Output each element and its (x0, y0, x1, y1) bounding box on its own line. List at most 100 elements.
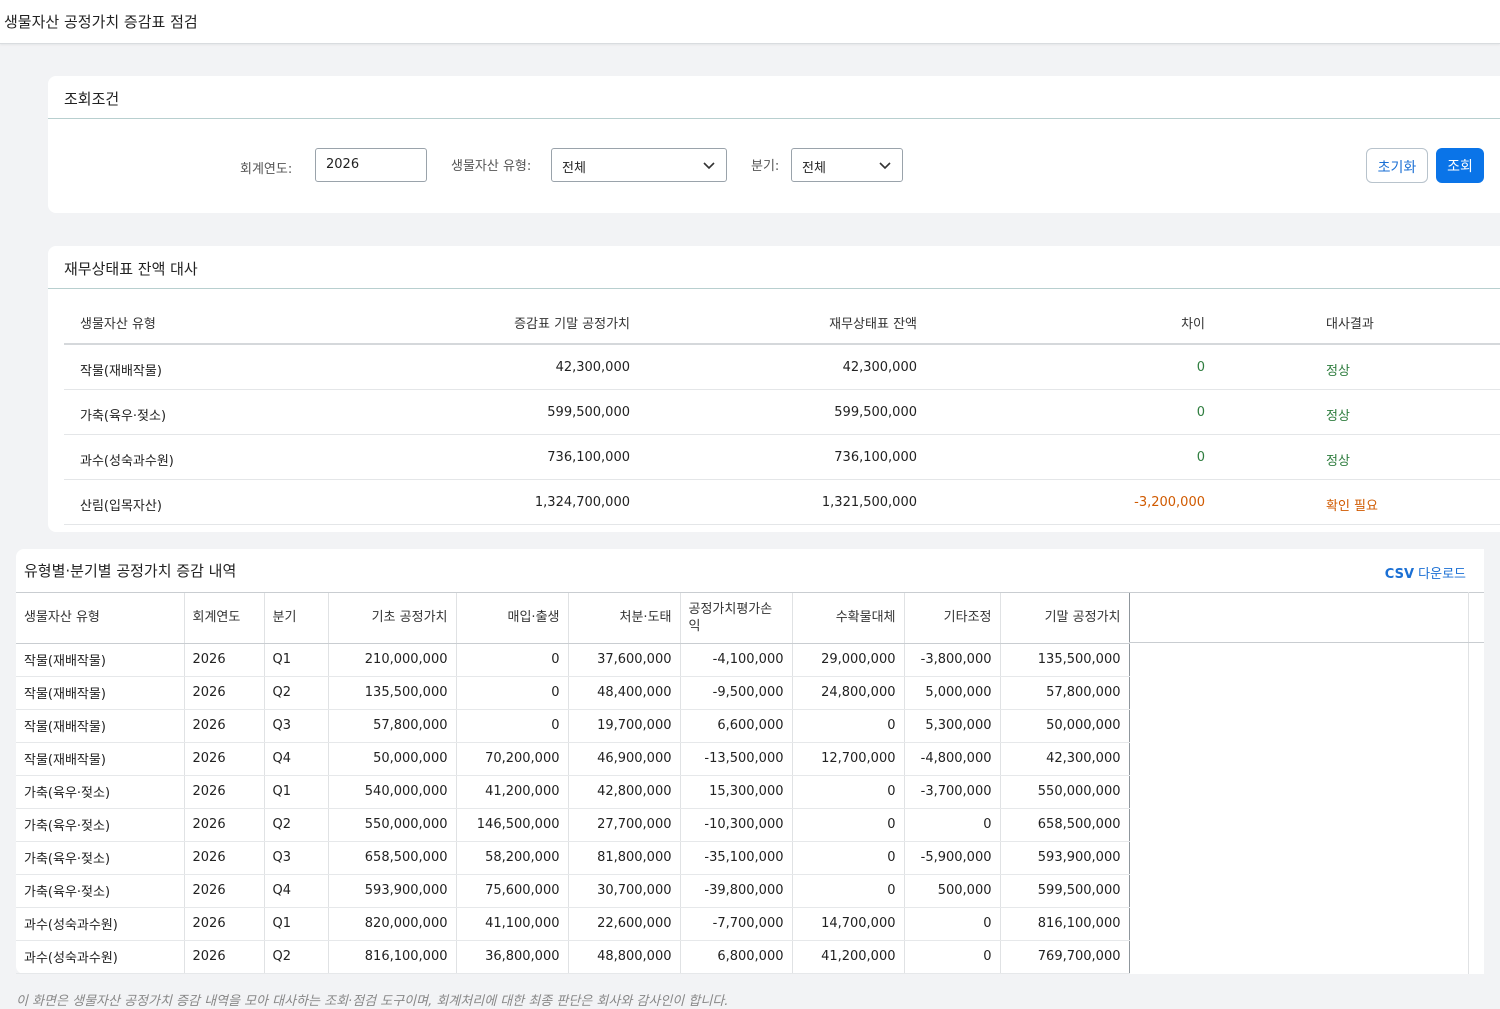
bs-balance-cell: 736,100,000 (834, 450, 917, 465)
table-cell: 135,500,000 (1000, 643, 1130, 677)
table-cell: 0 (456, 709, 569, 743)
table-cell: 48,800,000 (568, 940, 681, 974)
grid-header-cell[interactable]: 기초 공정가치 (328, 593, 457, 644)
table-row[interactable]: 작물(재배작물) 2026 Q2 135,500,000 0 48,400,000 -9,5… (16, 676, 1130, 710)
table-cell: 2026 (184, 775, 265, 809)
table-cell: 30,700,000 (568, 874, 681, 908)
table-cell: 과수(성숙과수원) (16, 907, 185, 941)
reconciliation-row: 과수(성숙과수원) 736,100,000 736,100,000 0 정상 (64, 435, 1500, 480)
table-cell: 0 (904, 907, 1001, 941)
csv-label: CSV (1384, 567, 1415, 582)
page-title: 생물자산 공정가치 증감표 점검 (4, 13, 198, 31)
table-cell: 50,000,000 (328, 742, 457, 776)
table-cell: 24,800,000 (792, 676, 905, 710)
table-cell: 500,000 (904, 874, 1001, 908)
grid-header-cell[interactable]: 기말 공정가치 (1000, 593, 1130, 644)
table-cell: 2026 (184, 907, 265, 941)
grid-header-cell[interactable]: 매입·출생 (456, 593, 569, 644)
asset-type-cell: 작물(재배작물) (80, 364, 162, 379)
year-input-value: 2026 (326, 157, 360, 172)
table-cell: 75,600,000 (456, 874, 569, 908)
table-row[interactable]: 과수(성숙과수원) 2026 Q1 820,000,000 41,100,000 22,6… (16, 907, 1130, 941)
table-cell: 과수(성숙과수원) (16, 940, 185, 974)
table-row[interactable]: 가축(육우·젖소) 2026 Q1 540,000,000 41,200,000 42,8… (16, 775, 1130, 809)
table-cell: 5,300,000 (904, 709, 1001, 743)
table-cell: 816,100,000 (1000, 907, 1130, 941)
grid-header-cell[interactable]: 공정가치평가손익 (680, 593, 793, 644)
table-cell: Q2 (264, 808, 329, 842)
table-cell: -9,500,000 (680, 676, 793, 710)
year-label: 회계연도: (240, 162, 293, 177)
table-cell: 769,700,000 (1000, 940, 1130, 974)
table-cell: -5,900,000 (904, 841, 1001, 875)
table-cell: -13,500,000 (680, 742, 793, 776)
asset-type-select[interactable]: 전체 (551, 148, 727, 182)
table-cell: Q1 (264, 775, 329, 809)
table-cell: 210,000,000 (328, 643, 457, 677)
table-cell: 816,100,000 (328, 940, 457, 974)
table-cell: -35,100,000 (680, 841, 793, 875)
result-cell: 정상 (1326, 409, 1350, 424)
table-cell: 가축(육우·젖소) (16, 775, 185, 809)
result-cell: 정상 (1326, 454, 1350, 469)
year-input[interactable]: 2026 (315, 148, 427, 182)
table-cell: Q4 (264, 742, 329, 776)
grid-header-cell[interactable]: 분기 (264, 593, 329, 644)
asset-type-cell: 과수(성숙과수원) (80, 454, 174, 469)
asset-type-cell: 가축(육우·젖소) (80, 409, 167, 424)
grid-header-cell[interactable]: 생물자산 유형 (16, 593, 185, 644)
table-cell: 2026 (184, 808, 265, 842)
reconciliation-panel: 재무상태표 잔액 대사 생물자산 유형 증감표 기말 공정가치 재무상태표 잔액… (48, 246, 1500, 532)
table-cell: -39,800,000 (680, 874, 793, 908)
table-row[interactable]: 가축(육우·젖소) 2026 Q3 658,500,000 58,200,000 81,8… (16, 841, 1130, 875)
table-cell: 42,800,000 (568, 775, 681, 809)
header-asset-type: 생물자산 유형 (80, 317, 156, 332)
table-cell: 0 (792, 874, 905, 908)
quarter-select[interactable]: 전체 (791, 148, 903, 182)
table-cell: 820,000,000 (328, 907, 457, 941)
reset-button[interactable]: 초기화 (1366, 148, 1428, 183)
header-difference: 차이 (1181, 317, 1205, 332)
table-cell: 15,300,000 (680, 775, 793, 809)
closing-fair-value-cell: 42,300,000 (555, 360, 630, 375)
table-row[interactable]: 가축(육우·젖소) 2026 Q4 593,900,000 75,600,000 30,7… (16, 874, 1130, 908)
table-cell: 36,800,000 (456, 940, 569, 974)
table-row[interactable]: 작물(재배작물) 2026 Q1 210,000,000 0 37,600,000 -4,1… (16, 643, 1130, 677)
table-row[interactable]: 작물(재배작물) 2026 Q4 50,000,000 70,200,000 46,900… (16, 742, 1130, 776)
reconciliation-title: 재무상태표 잔액 대사 (48, 246, 1500, 289)
bs-balance-cell: 1,321,500,000 (821, 495, 917, 510)
table-cell: Q1 (264, 907, 329, 941)
table-cell: 41,100,000 (456, 907, 569, 941)
table-cell: 46,900,000 (568, 742, 681, 776)
grid-header-cell[interactable]: 회계연도 (184, 593, 265, 644)
csv-download-link[interactable]: CSV 다운로드 (1385, 563, 1466, 582)
closing-fair-value-cell: 736,100,000 (547, 450, 630, 465)
grid-header-cell[interactable]: 처분·도태 (568, 593, 681, 644)
table-cell: Q2 (264, 940, 329, 974)
difference-cell: 0 (1196, 405, 1205, 420)
table-cell: 593,900,000 (328, 874, 457, 908)
table-cell: 가축(육우·젖소) (16, 841, 185, 875)
table-cell: 0 (904, 808, 1001, 842)
table-row[interactable]: 과수(성숙과수원) 2026 Q2 816,100,000 36,800,000 48,8… (16, 940, 1130, 974)
search-panel-title: 조회조건 (48, 76, 1500, 119)
table-cell: 81,800,000 (568, 841, 681, 875)
difference-cell: 0 (1196, 360, 1205, 375)
table-cell: -7,700,000 (680, 907, 793, 941)
table-row[interactable]: 가축(육우·젖소) 2026 Q2 550,000,000 146,500,000 27,… (16, 808, 1130, 842)
search-button[interactable]: 조회 (1436, 148, 1484, 183)
grid-header-cell[interactable]: 기타조정 (904, 593, 1001, 644)
table-cell: 70,200,000 (456, 742, 569, 776)
header-bs-balance: 재무상태표 잔액 (829, 317, 917, 332)
table-cell: 2026 (184, 742, 265, 776)
table-row[interactable]: 작물(재배작물) 2026 Q3 57,800,000 0 19,700,000 6,600… (16, 709, 1130, 743)
table-cell: 593,900,000 (1000, 841, 1130, 875)
table-cell: 6,600,000 (680, 709, 793, 743)
table-cell: 29,000,000 (792, 643, 905, 677)
table-cell: 27,700,000 (568, 808, 681, 842)
grid-header-cell[interactable]: 수확물대체 (792, 593, 905, 644)
table-cell: 58,200,000 (456, 841, 569, 875)
table-cell: 2026 (184, 676, 265, 710)
closing-fair-value-cell: 1,324,700,000 (534, 495, 630, 510)
reconciliation-row: 작물(재배작물) 42,300,000 42,300,000 0 정상 (64, 345, 1500, 390)
